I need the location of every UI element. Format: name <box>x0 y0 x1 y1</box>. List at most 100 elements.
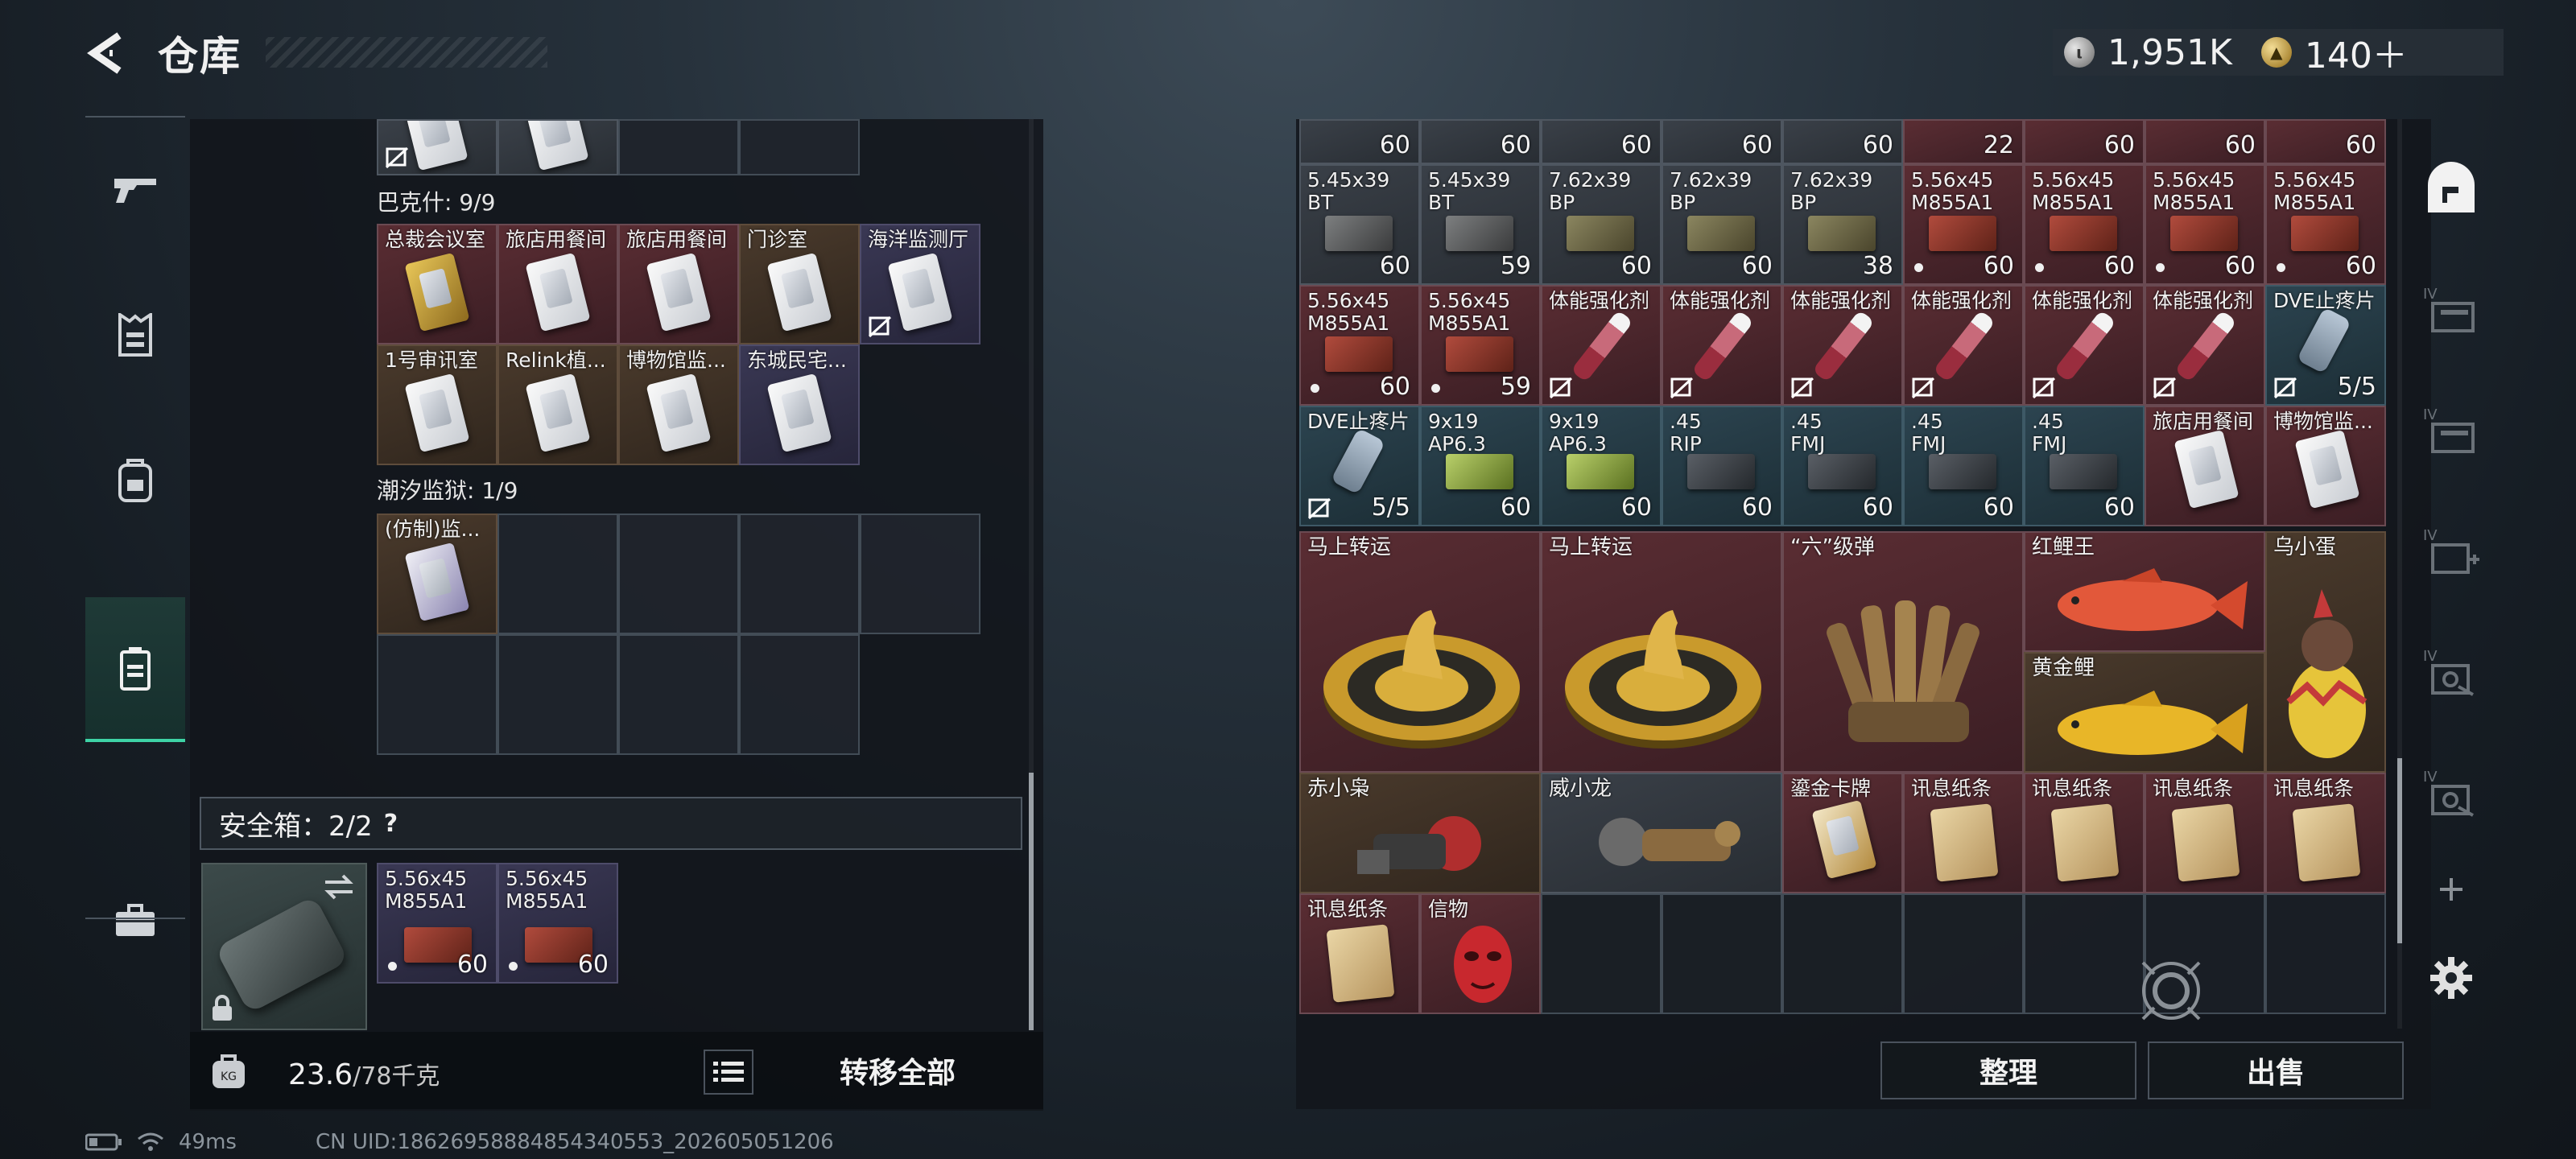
note-item[interactable]: 讯息纸条 <box>2024 773 2145 893</box>
consumable-item[interactable]: 体能强化剂 <box>1903 285 2024 406</box>
tab-main-stash[interactable] <box>2415 145 2487 233</box>
ammo-item[interactable]: 60 <box>1782 119 1903 164</box>
backpack-scrollbar-thumb[interactable] <box>1029 773 1034 1030</box>
ammo-item[interactable]: 5.45x39 BT 60 <box>1299 164 1420 285</box>
keycard-item[interactable]: 博物馆监... <box>618 344 739 465</box>
ammo-item[interactable]: 60 <box>2024 119 2145 164</box>
consumable-item[interactable]: 体能强化剂 <box>2145 285 2265 406</box>
big-item[interactable]: 马上转运 <box>1299 531 1541 773</box>
list-view-button[interactable] <box>704 1050 753 1095</box>
note-item[interactable]: 讯息纸条 <box>2145 773 2265 893</box>
ammo-item[interactable]: 60 <box>2145 119 2265 164</box>
consumable-item[interactable]: 体能强化剂 <box>1541 285 1662 406</box>
consumable-item[interactable]: 体能强化剂 <box>2024 285 2145 406</box>
grid-cell[interactable] <box>497 634 618 755</box>
consumable-item[interactable]: DVE止疼片 5/5 <box>2265 285 2386 406</box>
fish-item[interactable]: 黄金鲤 <box>2024 652 2265 773</box>
ammo-item[interactable]: 5.56x45 M855A1 60 <box>1299 285 1420 406</box>
consumable-item[interactable]: 体能强化剂 <box>1662 285 1782 406</box>
nav-armor[interactable] <box>85 262 185 407</box>
keycard-item[interactable]: 旅店用餐间 <box>2145 406 2265 526</box>
ammo-item[interactable]: .45 RIP 60 <box>1662 406 1782 526</box>
keycard-item[interactable]: Relink植... <box>497 344 618 465</box>
grid-cell[interactable] <box>860 514 980 634</box>
ammo-item[interactable]: 5.56x45 M855A1 59 <box>1420 285 1541 406</box>
grid-cell[interactable] <box>2265 893 2386 1014</box>
keycard-item[interactable]: 东城民宅... <box>739 344 860 465</box>
grid-cell[interactable] <box>1782 893 1903 1014</box>
keycard-item[interactable]: 旅店用餐间 <box>618 224 739 344</box>
ammo-item[interactable]: 5.56x45 M855A1 60 <box>497 863 618 984</box>
grid-cell[interactable] <box>618 514 739 634</box>
help-icon[interactable]: ? <box>384 810 398 838</box>
ammo-item[interactable]: 5.56x45 M855A1 60 <box>2024 164 2145 285</box>
consumable-item[interactable]: 体能强化剂 <box>1782 285 1903 406</box>
grid-cell[interactable] <box>618 119 739 175</box>
keycard-item[interactable]: 1号审讯室 <box>377 344 497 465</box>
big-item[interactable]: “六”级弹 <box>1782 531 2024 773</box>
ammo-item[interactable]: 7.62x39 BP 38 <box>1782 164 1903 285</box>
fish-item[interactable]: 红鲤王 <box>2024 531 2265 652</box>
note-item[interactable]: 讯息纸条 <box>2265 773 2386 893</box>
note-item[interactable]: 讯息纸条 <box>1299 893 1420 1014</box>
sell-button[interactable]: 出售 <box>2148 1041 2404 1099</box>
figure-item[interactable]: 赤小枭 <box>1299 773 1541 893</box>
keycard-item[interactable]: 门诊室 <box>739 224 860 344</box>
keycard-item[interactable]: 旅店用餐间 <box>497 224 618 344</box>
note-item[interactable]: 讯息纸条 <box>1903 773 2024 893</box>
keycard-item[interactable]: 博物馆监... <box>2265 406 2386 526</box>
grid-cell[interactable] <box>377 119 497 175</box>
ammo-item[interactable]: 7.62x39 BP 60 <box>1662 164 1782 285</box>
grid-cell[interactable] <box>2024 893 2145 1014</box>
gold-currency-value[interactable]: 140＋ <box>2305 27 2408 78</box>
grid-cell[interactable] <box>1541 893 1662 1014</box>
figure-item[interactable]: 威小龙 <box>1541 773 1782 893</box>
add-stash-button[interactable] <box>2415 845 2487 934</box>
ammo-item[interactable]: 60 <box>2265 119 2386 164</box>
mask-item[interactable]: 信物 <box>1420 893 1541 1014</box>
card-item[interactable]: 鎏金卡牌 <box>1782 773 1903 893</box>
grid-cell[interactable] <box>618 634 739 755</box>
grid-cell[interactable] <box>739 514 860 634</box>
keycard-item[interactable]: 海洋监测厅 <box>860 224 980 344</box>
big-item[interactable]: 马上转运 <box>1541 531 1782 773</box>
keycard-item[interactable]: (仿制)监... <box>377 514 497 634</box>
back-button[interactable] <box>84 29 132 77</box>
stash-scrollbar-thumb[interactable] <box>2397 758 2402 943</box>
ammo-item[interactable]: .45 FMJ 60 <box>2024 406 2145 526</box>
ammo-item[interactable]: 7.62x39 BP 60 <box>1541 164 1662 285</box>
ammo-item[interactable]: 5.56x45 M855A1 60 <box>2265 164 2386 285</box>
tab-stash-6[interactable]: IV <box>2415 749 2487 837</box>
ammo-item[interactable]: 5.45x39 BT 59 <box>1420 164 1541 285</box>
nav-backpack[interactable] <box>85 407 185 552</box>
tab-stash-2[interactable]: IV <box>2415 266 2487 354</box>
target-icon[interactable] <box>2138 958 2204 1024</box>
safe-box-container[interactable] <box>201 863 367 1030</box>
ammo-item[interactable]: 5.56x45 M855A1 60 <box>2145 164 2265 285</box>
tab-stash-3[interactable]: IV <box>2415 386 2487 475</box>
grid-cell[interactable] <box>1662 893 1782 1014</box>
ammo-item[interactable]: 22 <box>1903 119 2024 164</box>
ammo-item[interactable]: 60 <box>1420 119 1541 164</box>
ammo-item[interactable]: 60 <box>1662 119 1782 164</box>
sort-button[interactable]: 整理 <box>1880 1041 2136 1099</box>
ammo-item[interactable]: 60 <box>1299 119 1420 164</box>
ammo-item[interactable]: 9x19 AP6.3 60 <box>1420 406 1541 526</box>
swap-icon[interactable] <box>322 872 356 901</box>
ammo-item[interactable]: .45 FMJ 60 <box>1903 406 2024 526</box>
ammo-item[interactable]: 5.56x45 M855A1 60 <box>377 863 497 984</box>
ammo-item[interactable]: 60 <box>1541 119 1662 164</box>
ammo-item[interactable]: .45 FMJ 60 <box>1782 406 1903 526</box>
grid-cell[interactable] <box>497 514 618 634</box>
keycard-item[interactable]: 总裁会议室 <box>377 224 497 344</box>
tab-stash-4[interactable]: IV <box>2415 507 2487 596</box>
ammo-item[interactable]: 9x19 AP6.3 60 <box>1541 406 1662 526</box>
grid-cell[interactable] <box>739 119 860 175</box>
grid-cell[interactable] <box>497 119 618 175</box>
transfer-all-button[interactable]: 转移全部 <box>773 1038 1022 1103</box>
grid-cell[interactable] <box>377 634 497 755</box>
tab-stash-5[interactable]: IV <box>2415 628 2487 716</box>
grid-cell[interactable] <box>1903 893 2024 1014</box>
nav-container[interactable] <box>85 597 185 742</box>
nav-weapons[interactable] <box>85 118 185 262</box>
